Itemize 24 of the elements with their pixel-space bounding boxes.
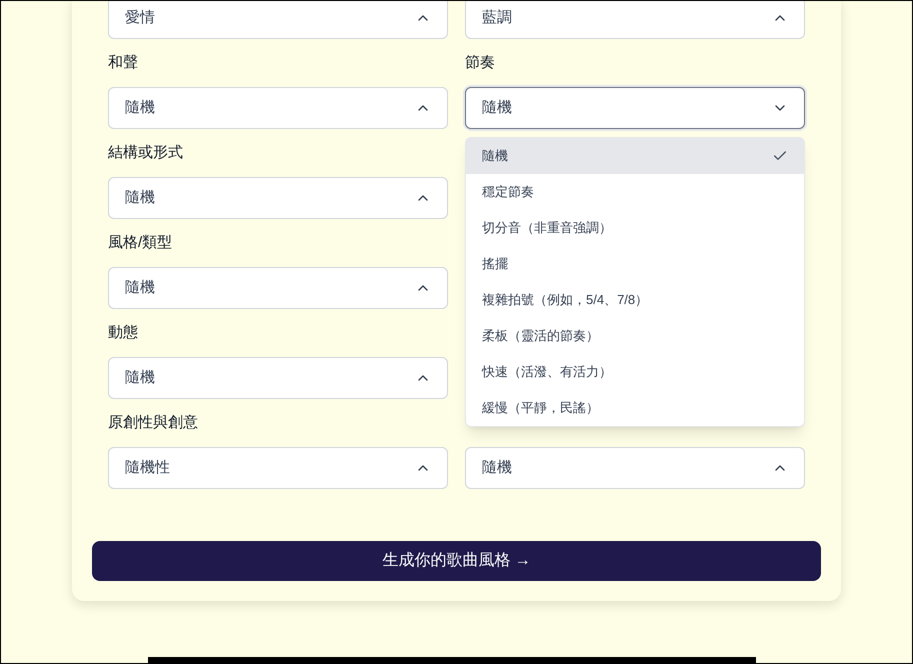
field-label: 結構或形式 xyxy=(108,142,183,163)
menu-item[interactable]: 複雜拍號（例如，5/4、7/8） xyxy=(466,282,804,318)
select-field[interactable]: 隨機 xyxy=(108,267,448,309)
select-field[interactable]: 隨機 xyxy=(108,357,448,399)
select-field[interactable]: 隨機 xyxy=(465,447,805,489)
menu-item[interactable]: 快速（活潑、有活力） xyxy=(466,354,804,390)
menu-item[interactable]: 緩慢（平靜，民謠） xyxy=(466,390,804,426)
field-label: 風格/類型 xyxy=(108,232,172,253)
menu-item[interactable]: 柔板（靈活的節奏） xyxy=(466,318,804,354)
select-field[interactable]: 隨機 xyxy=(108,87,448,129)
field-label: 原創性與創意 xyxy=(108,412,198,433)
menu-item[interactable]: 搖擺 xyxy=(466,246,804,282)
select-field[interactable]: 愛情 xyxy=(108,1,448,39)
field-label: 動態 xyxy=(108,322,138,343)
field-label: 和聲 xyxy=(108,52,138,73)
menu-item[interactable]: 切分音（非重音強調） xyxy=(466,210,804,246)
menu-item[interactable]: 穩定節奏 xyxy=(466,174,804,210)
select-field[interactable]: 隨機性 xyxy=(108,447,448,489)
menu-item[interactable]: 隨機 xyxy=(466,138,804,174)
field-label: 節奏 xyxy=(465,52,495,73)
select-field[interactable]: 藍調 xyxy=(465,1,805,39)
select-field[interactable]: 隨機 xyxy=(465,87,805,129)
select-field[interactable]: 隨機 xyxy=(108,177,448,219)
generate-button[interactable]: 生成你的歌曲風格 → xyxy=(92,541,821,581)
